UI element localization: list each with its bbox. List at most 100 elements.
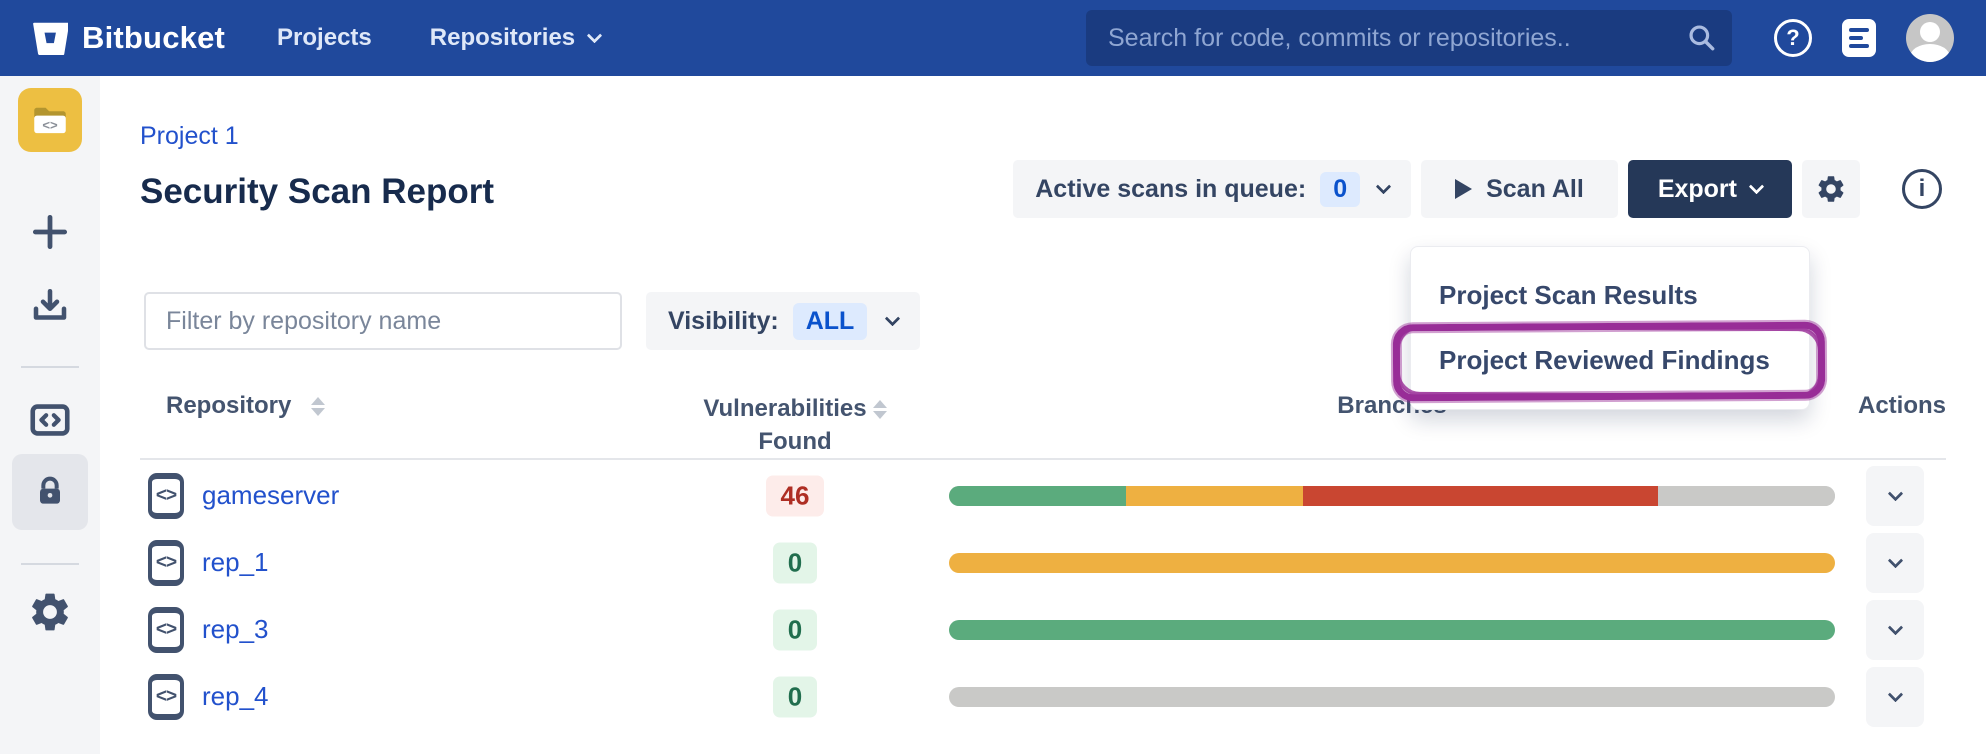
filter-bar: Visibility: ALL xyxy=(144,292,920,350)
row-actions-button[interactable] xyxy=(1866,533,1924,593)
vulnerability-count-badge: 0 xyxy=(773,609,817,650)
breadcrumb-project-link[interactable]: Project 1 xyxy=(140,122,239,151)
primary-nav: Projects Repositories xyxy=(277,24,600,52)
lock-icon xyxy=(30,472,70,512)
repository-cell: <> rep_1 xyxy=(148,540,269,586)
play-icon xyxy=(1455,179,1472,199)
vulnerability-count-badge: 0 xyxy=(773,542,817,583)
info-button[interactable]: i xyxy=(1898,160,1946,218)
chevron-down-icon xyxy=(1887,485,1903,501)
sidebar-divider xyxy=(21,366,79,368)
vulnerability-count-badge: 46 xyxy=(766,475,825,516)
branch-segment-red xyxy=(1303,486,1657,506)
chevron-down-icon xyxy=(1376,178,1392,194)
chevron-down-icon xyxy=(587,27,603,43)
repository-cell: <> rep_3 xyxy=(148,607,269,653)
search-input[interactable] xyxy=(1086,24,1732,53)
repository-cell: <> rep_4 xyxy=(148,674,269,720)
row-actions-button[interactable] xyxy=(1866,600,1924,660)
export-button[interactable]: Export xyxy=(1628,160,1792,218)
menu-item-project-reviewed-findings[interactable]: Project Reviewed Findings xyxy=(1411,328,1809,393)
project-avatar-icon[interactable]: <> xyxy=(18,88,82,152)
nav-repositories[interactable]: Repositories xyxy=(430,24,600,52)
user-avatar[interactable] xyxy=(1906,14,1954,62)
top-nav-icons: ? xyxy=(1774,14,1954,62)
chevron-down-icon xyxy=(1749,178,1765,194)
row-actions-button[interactable] xyxy=(1866,667,1924,727)
svg-text:<>: <> xyxy=(42,117,58,132)
vulnerability-count-badge: 0 xyxy=(773,676,817,717)
branch-segment-green xyxy=(949,620,1835,640)
sidebar-item-security-selected[interactable] xyxy=(12,454,88,530)
export-label: Export xyxy=(1658,175,1737,204)
repository-table-body: <> gameserver 46 <> rep_1 0 <> rep_3 0 <> rep_4 0 xyxy=(140,462,1946,730)
branch-segment-gray xyxy=(949,687,1835,707)
branch-segment-green xyxy=(949,486,1126,506)
menu-item-project-scan-results[interactable]: Project Scan Results xyxy=(1411,263,1809,328)
nav-projects[interactable]: Projects xyxy=(277,24,372,52)
branches-bar xyxy=(949,687,1835,707)
active-scans-label: Active scans in queue: xyxy=(1035,175,1306,204)
repository-icon: <> xyxy=(148,674,184,720)
chevron-down-icon xyxy=(1887,619,1903,635)
gear-icon xyxy=(1815,173,1847,205)
page-title: Security Scan Report xyxy=(140,172,494,212)
chevron-down-icon xyxy=(1887,686,1903,702)
repository-link[interactable]: gameserver xyxy=(202,480,339,511)
column-header-repository[interactable]: Repository xyxy=(166,392,325,420)
repository-cell: <> gameserver xyxy=(148,473,339,519)
repository-filter-input[interactable] xyxy=(144,292,622,350)
visibility-dropdown[interactable]: Visibility: ALL xyxy=(646,292,920,350)
active-scans-dropdown[interactable]: Active scans in queue: 0 xyxy=(1013,160,1411,218)
repositories-code-icon[interactable] xyxy=(18,398,82,442)
global-search xyxy=(1086,10,1732,66)
sort-icon xyxy=(311,397,325,416)
vulnerabilities-cell: 0 xyxy=(735,542,855,583)
column-header-vulnerabilities[interactable]: Vulnerabilities Found xyxy=(685,392,905,458)
table-row: <> rep_4 0 xyxy=(140,663,1946,730)
branch-segment-orange xyxy=(1126,486,1303,506)
column-header-actions: Actions xyxy=(1858,392,1946,420)
sidebar-divider xyxy=(21,563,79,565)
repository-icon: <> xyxy=(148,473,184,519)
repository-link[interactable]: rep_1 xyxy=(202,547,269,578)
top-nav: Bitbucket Projects Repositories ? xyxy=(0,0,1986,76)
brand-name: Bitbucket xyxy=(82,20,225,56)
repository-link[interactable]: rep_4 xyxy=(202,681,269,712)
branches-bar xyxy=(949,620,1835,640)
settings-icon[interactable] xyxy=(18,588,82,636)
main-content: Project 1 Security Scan Report Active sc… xyxy=(100,76,1986,754)
branches-bar xyxy=(949,486,1835,506)
row-actions-button[interactable] xyxy=(1866,466,1924,526)
table-row: <> rep_1 0 xyxy=(140,529,1946,596)
repository-link[interactable]: rep_3 xyxy=(202,614,269,645)
visibility-value: ALL xyxy=(793,303,868,340)
feedback-icon[interactable] xyxy=(1842,19,1876,57)
chevron-down-icon xyxy=(885,310,901,326)
search-icon xyxy=(1686,22,1718,54)
downloads-icon[interactable] xyxy=(18,285,82,329)
repository-icon: <> xyxy=(148,540,184,586)
repository-icon: <> xyxy=(148,607,184,653)
menu-item-label: Project Reviewed Findings xyxy=(1439,345,1770,375)
branches-bar xyxy=(949,553,1835,573)
table-row: <> rep_3 0 xyxy=(140,596,1946,663)
toolbar: Active scans in queue: 0 Scan All Export… xyxy=(1013,160,1946,218)
info-icon: i xyxy=(1902,169,1942,209)
report-settings-button[interactable] xyxy=(1802,160,1860,218)
left-sidebar: <> xyxy=(0,76,100,754)
create-icon[interactable] xyxy=(18,210,82,254)
branch-segment-orange xyxy=(949,553,1835,573)
vulnerabilities-cell: 0 xyxy=(735,676,855,717)
chevron-down-icon xyxy=(1887,552,1903,568)
scan-all-button[interactable]: Scan All xyxy=(1421,160,1618,218)
vulnerabilities-cell: 46 xyxy=(735,475,855,516)
sort-icon xyxy=(873,400,887,419)
vulnerabilities-cell: 0 xyxy=(735,609,855,650)
active-scans-count: 0 xyxy=(1320,172,1360,207)
scan-all-label: Scan All xyxy=(1486,175,1584,204)
export-dropdown-menu: Project Scan Results Project Reviewed Fin… xyxy=(1410,246,1810,410)
help-icon[interactable]: ? xyxy=(1774,19,1812,57)
bitbucket-logo-icon xyxy=(32,20,68,56)
bitbucket-home-link[interactable]: Bitbucket xyxy=(32,20,225,56)
